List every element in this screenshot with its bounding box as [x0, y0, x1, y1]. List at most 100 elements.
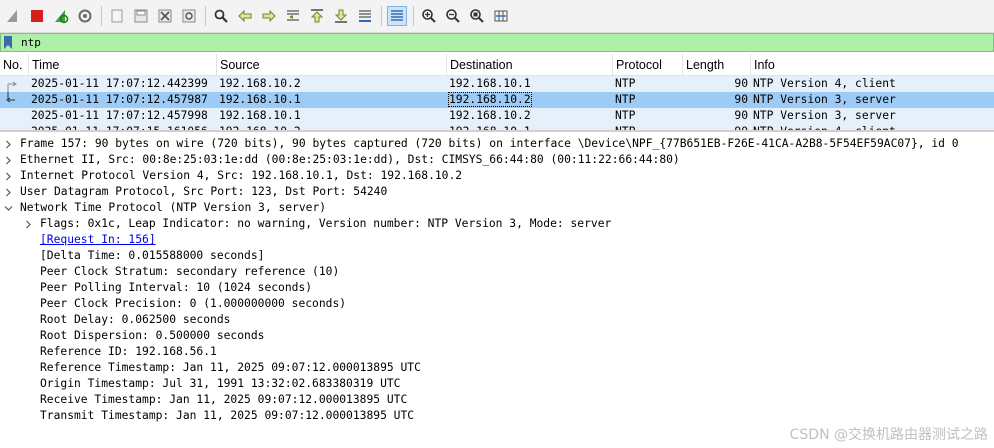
detail-text: Network Time Protocol (NTP Version 3, se…: [20, 201, 327, 214]
toolbar-divider: [101, 6, 102, 26]
detail-text: User Datagram Protocol, Src Port: 123, D…: [20, 185, 388, 198]
chevron-right-icon[interactable]: [2, 168, 14, 184]
column-header-protocol[interactable]: Protocol: [613, 54, 683, 76]
colorize-icon[interactable]: [387, 6, 407, 26]
reload-file-icon[interactable]: [179, 6, 199, 26]
column-header-no[interactable]: No.: [0, 54, 29, 76]
cell-destination-text: 192.168.10.2: [449, 109, 531, 122]
detail-tree-item[interactable]: Frame 157: 90 bytes on wire (720 bits), …: [0, 136, 994, 152]
packet-row[interactable]: 2025-01-11 17:07:12.457987 192.168.10.1 19…: [0, 92, 994, 108]
packet-row[interactable]: 2025-01-11 17:07:15.161056 192.168.10.2 19…: [0, 124, 994, 132]
cell-protocol-text: NTP: [615, 109, 636, 122]
cell-no: [0, 92, 29, 108]
chevron-right-icon[interactable]: [22, 216, 34, 232]
detail-text: Transmit Timestamp: Jan 11, 2025 09:07:1…: [40, 409, 415, 422]
chevron-right-icon[interactable]: [2, 152, 14, 168]
detail-text: Root Dispersion: 0.500000 seconds: [40, 329, 265, 342]
cell-source-text: 192.168.10.2: [219, 77, 301, 90]
go-to-packet-icon[interactable]: [283, 6, 303, 26]
go-first-icon[interactable]: [307, 6, 327, 26]
cell-destination-text: 192.168.10.1: [449, 125, 531, 132]
cell-info-text: NTP Version 3, server: [753, 93, 896, 106]
toolbar-divider: [205, 6, 206, 26]
close-file-icon[interactable]: [155, 6, 175, 26]
cell-protocol: NTP: [613, 92, 683, 108]
normal-size-icon[interactable]: [467, 6, 487, 26]
detail-text: Root Delay: 0.062500 seconds: [40, 313, 231, 326]
detail-tree-item[interactable]: Peer Clock Precision: 0 (1.000000000 sec…: [0, 296, 994, 312]
open-file-icon[interactable]: [107, 6, 127, 26]
chevron-right-icon[interactable]: [2, 184, 14, 200]
packet-row[interactable]: 2025-01-11 17:07:12.442399 192.168.10.2 19…: [0, 76, 994, 92]
detail-tree-item[interactable]: Transmit Timestamp: Jan 11, 2025 09:07:1…: [0, 408, 994, 424]
detail-text: Internet Protocol Version 4, Src: 192.16…: [20, 169, 463, 182]
detail-tree-item[interactable]: User Datagram Protocol, Src Port: 123, D…: [0, 184, 994, 200]
cell-source-text: 192.168.10.1: [219, 109, 301, 122]
detail-tree-item[interactable]: [Request In: 156]: [0, 232, 994, 248]
cell-length-text: 90: [734, 109, 748, 122]
packet-list: No. Time Source Destination Protocol Len…: [0, 54, 994, 132]
cell-info-text: NTP Version 3, server: [753, 109, 896, 122]
cell-time-text: 2025-01-11 17:07:12.457987: [31, 93, 208, 106]
detail-tree-item[interactable]: Root Delay: 0.062500 seconds: [0, 312, 994, 328]
related-packet-icon: [3, 108, 17, 124]
display-filter-input[interactable]: [15, 34, 915, 51]
cell-source: 192.168.10.1: [217, 92, 447, 108]
column-header-source[interactable]: Source: [217, 54, 447, 76]
detail-tree-item[interactable]: Receive Timestamp: Jan 11, 2025 09:07:12…: [0, 392, 994, 408]
column-header-destination[interactable]: Destination: [447, 54, 613, 76]
toolbar-divider: [413, 6, 414, 26]
cell-no: [0, 124, 29, 132]
cell-destination: 192.168.10.2: [447, 108, 613, 124]
stop-capture-icon[interactable]: [27, 6, 47, 26]
resize-columns-icon[interactable]: [491, 6, 511, 26]
save-file-icon[interactable]: [131, 6, 151, 26]
detail-tree-item[interactable]: Ethernet II, Src: 00:8e:25:03:1e:dd (00:…: [0, 152, 994, 168]
cell-source: 192.168.10.2: [217, 76, 447, 92]
column-header-info[interactable]: Info: [751, 54, 994, 76]
restart-capture-icon[interactable]: [51, 6, 71, 26]
auto-scroll-icon[interactable]: [355, 6, 375, 26]
detail-text: Peer Clock Precision: 0 (1.000000000 sec…: [40, 297, 347, 310]
shark-fin-icon[interactable]: [3, 6, 23, 26]
detail-tree-item[interactable]: Peer Polling Interval: 10 (1024 seconds): [0, 280, 994, 296]
go-back-icon[interactable]: [235, 6, 255, 26]
chevron-right-icon[interactable]: [2, 136, 14, 152]
request-in-link[interactable]: [Request In: 156]: [40, 232, 156, 248]
cell-time: 2025-01-11 17:07:12.457987: [29, 92, 217, 108]
detail-tree-item[interactable]: Reference ID: 192.168.56.1: [0, 344, 994, 360]
cell-source-text: 192.168.10.1: [219, 93, 301, 106]
cell-protocol-text: NTP: [615, 77, 636, 90]
detail-tree-item[interactable]: [Delta Time: 0.015588000 seconds]: [0, 248, 994, 264]
column-header-time[interactable]: Time: [29, 54, 217, 76]
column-header-length[interactable]: Length: [683, 54, 751, 76]
cell-no: [0, 108, 29, 124]
go-forward-icon[interactable]: [259, 6, 279, 26]
detail-tree-item[interactable]: Network Time Protocol (NTP Version 3, se…: [0, 200, 994, 216]
cell-time: 2025-01-11 17:07:12.442399: [29, 76, 217, 92]
detail-text: Ethernet II, Src: 00:8e:25:03:1e:dd (00:…: [20, 153, 680, 166]
related-packet-icon: [3, 124, 17, 132]
cell-destination-text: 192.168.10.1: [449, 77, 531, 90]
find-packet-icon[interactable]: [211, 6, 231, 26]
chevron-down-icon[interactable]: [2, 200, 14, 216]
zoom-out-icon[interactable]: [443, 6, 463, 26]
detail-text: Origin Timestamp: Jul 31, 1991 13:32:02.…: [40, 377, 401, 390]
detail-tree-item[interactable]: Reference Timestamp: Jan 11, 2025 09:07:…: [0, 360, 994, 376]
cell-info: NTP Version 4, client: [751, 124, 994, 130]
go-last-icon[interactable]: [331, 6, 351, 26]
detail-tree-item[interactable]: Peer Clock Stratum: secondary reference …: [0, 264, 994, 280]
detail-tree-item[interactable]: Flags: 0x1c, Leap Indicator: no warning,…: [0, 216, 994, 232]
detail-text: Reference Timestamp: Jan 11, 2025 09:07:…: [40, 361, 421, 374]
capture-options-icon[interactable]: [75, 6, 95, 26]
packet-row[interactable]: 2025-01-11 17:07:12.457998 192.168.10.1 19…: [0, 108, 994, 124]
detail-tree-item[interactable]: Root Dispersion: 0.500000 seconds: [0, 328, 994, 344]
cell-length: 90: [683, 124, 751, 130]
detail-tree-item[interactable]: Internet Protocol Version 4, Src: 192.16…: [0, 168, 994, 184]
detail-tree-item[interactable]: Origin Timestamp: Jul 31, 1991 13:32:02.…: [0, 376, 994, 392]
zoom-in-icon[interactable]: [419, 6, 439, 26]
cell-protocol: NTP: [613, 108, 683, 124]
watermark: CSDN @交换机路由器测试之路: [789, 427, 988, 443]
bookmark-icon[interactable]: [1, 34, 15, 51]
cell-info: NTP Version 3, server: [751, 108, 994, 124]
